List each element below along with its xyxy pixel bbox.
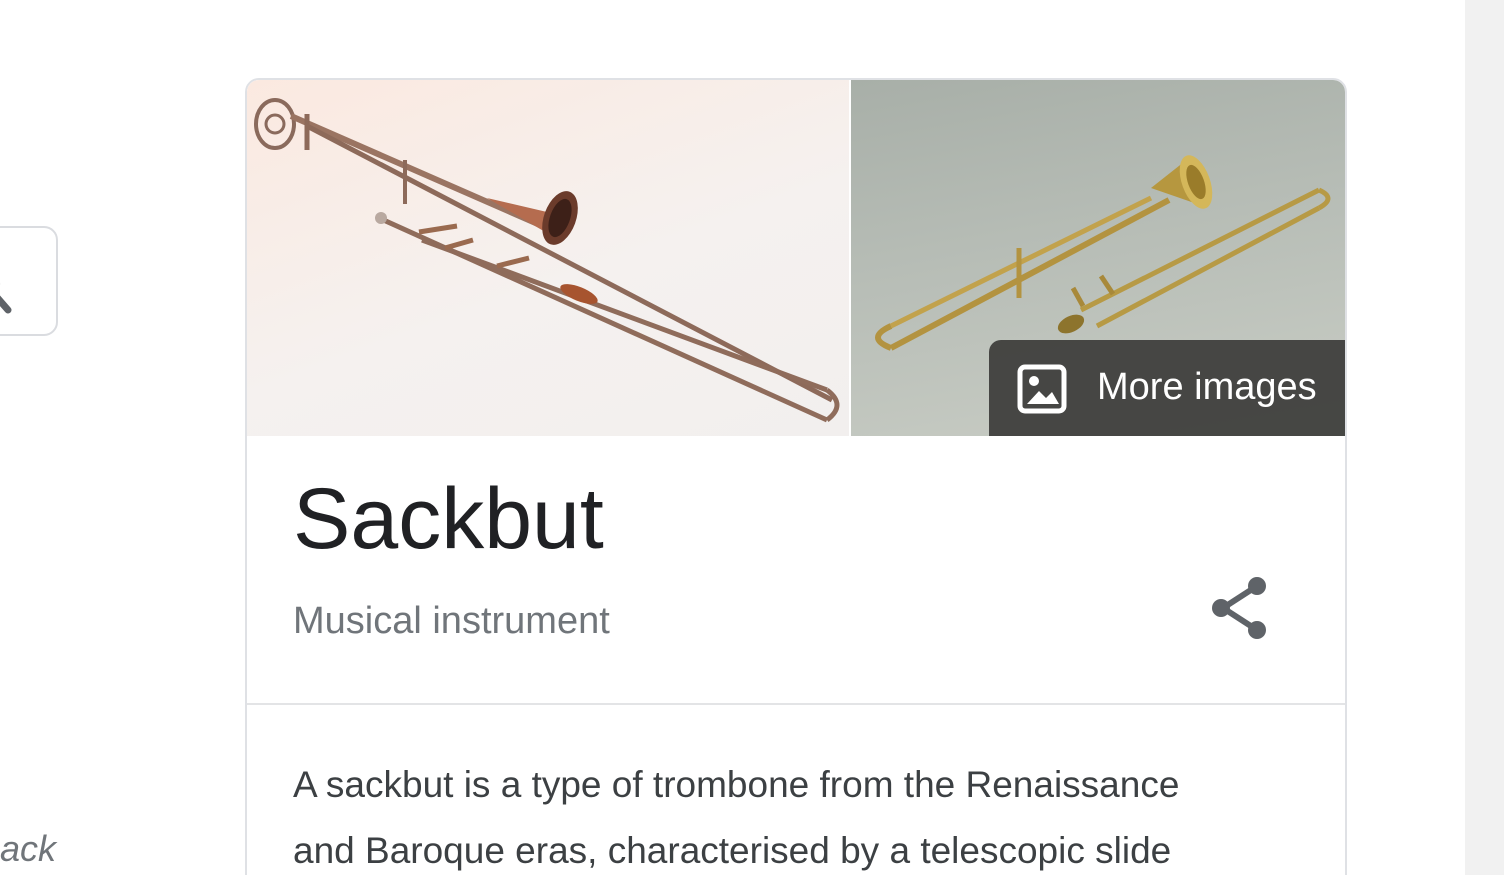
more-images-button[interactable]: More images (989, 340, 1345, 436)
knowledge-panel: More images Sackbut Musical instrument A… (245, 78, 1347, 875)
share-button[interactable] (1207, 574, 1271, 642)
image-strip: More images (247, 80, 1345, 436)
entity-description: A sackbut is a type of trombone from the… (293, 752, 1333, 875)
search-icon (0, 283, 12, 314)
sackbut-image-1[interactable] (247, 80, 849, 436)
share-icon (1212, 577, 1266, 639)
sackbut-photo-1 (254, 98, 840, 423)
scrollbar-track[interactable] (1465, 0, 1504, 875)
description-line: A sackbut is a type of trombone from the… (293, 764, 1180, 805)
partial-related-text[interactable]: ack (0, 828, 56, 870)
description-line: and Baroque eras, characterised by a tel… (293, 830, 1172, 871)
section-divider (247, 703, 1345, 705)
entity-title: Sackbut (293, 471, 604, 567)
page: ack More images Sackbut Musical instrume… (0, 0, 1504, 875)
entity-subtitle: Musical instrument (293, 600, 610, 642)
search-button[interactable] (0, 226, 58, 336)
more-images-label: More images (1097, 366, 1317, 408)
sackbut-image-2[interactable]: More images (851, 80, 1345, 436)
image-icon (1017, 364, 1067, 414)
title-section: Sackbut Musical instrument (247, 436, 1345, 704)
